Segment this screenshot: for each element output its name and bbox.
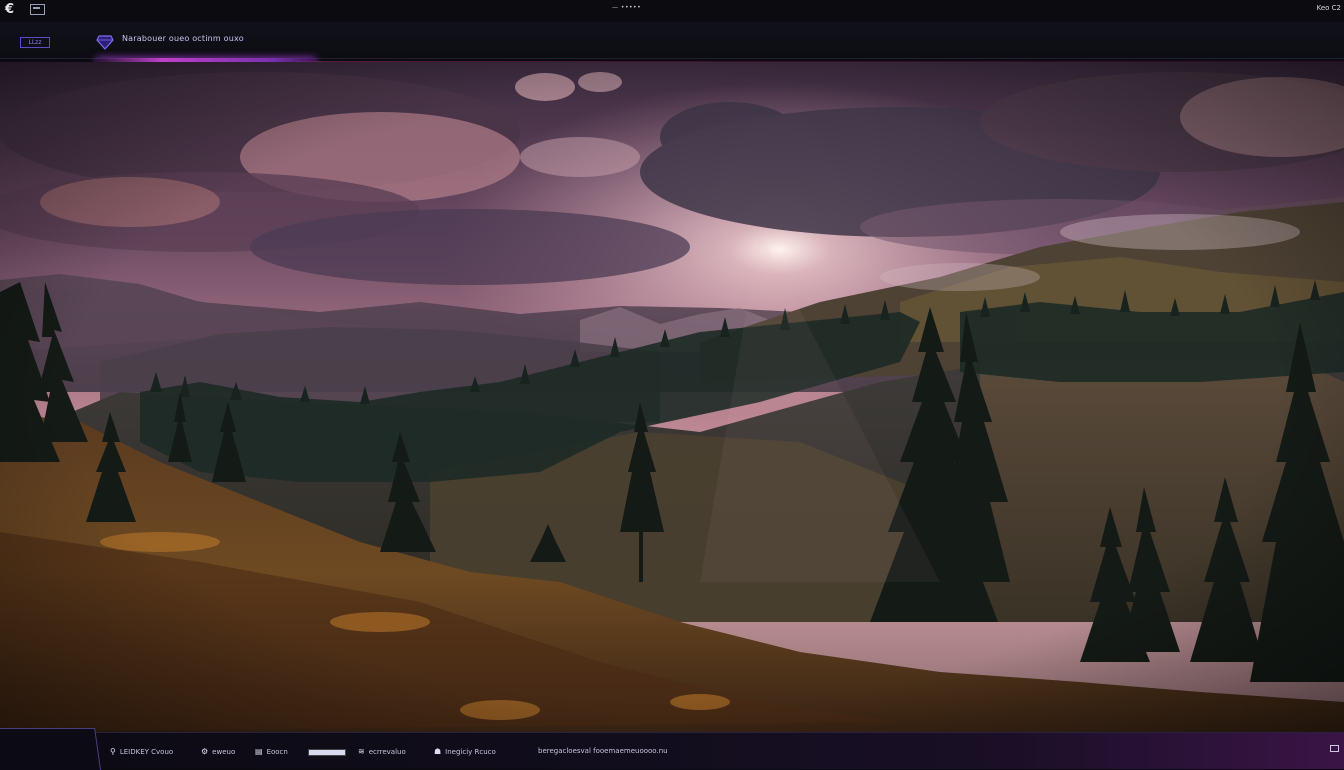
status-item-user[interactable]: ☗ Inegiciy Rcuco	[434, 747, 496, 756]
layers-icon: ≋	[358, 747, 365, 756]
window-icon[interactable]	[30, 4, 45, 15]
system-top-bar: € — ••••• Keo C2	[0, 0, 1344, 23]
header-menu-button[interactable]: LLzz	[20, 37, 50, 48]
gem-icon	[96, 35, 114, 50]
progress-fill	[309, 750, 345, 755]
top-center-title: — •••••	[612, 4, 641, 11]
bottom-status-bar: ⚲ LEIDKEY Cvouo ⚙ eweuo ▤ Eoocn ≋ ecrrevaluo…	[0, 728, 1344, 770]
progress-indicator	[308, 749, 346, 756]
gear-icon: ⚙	[201, 747, 209, 756]
status-item-settings[interactable]: ⚙ eweuo	[201, 747, 235, 756]
bottom-corner-panel	[0, 728, 102, 770]
top-center-text: — •••••	[612, 4, 642, 11]
app-header: LLzz Narabouer oueo octinm ouxo	[0, 22, 1344, 59]
header-title: Narabouer oueo octinm ouxo	[122, 34, 244, 43]
file-icon: ▤	[255, 747, 263, 756]
person-icon: ☗	[434, 747, 442, 756]
landscape-viewport[interactable]	[0, 62, 1344, 732]
app-logo-icon[interactable]: €	[5, 3, 19, 17]
status-item-layers[interactable]: ≋ ecrrevaluo	[358, 747, 406, 756]
status-item-file[interactable]: ▤ Eoocn	[255, 747, 288, 756]
status-item-path[interactable]: beregacloesval fooemaemeuoooo.nu	[538, 747, 668, 755]
landscape-image	[0, 62, 1344, 732]
top-right-status: Keo C2	[1316, 4, 1341, 12]
pin-icon: ⚲	[110, 747, 116, 756]
status-item-leidkey[interactable]: ⚲ LEIDKEY Cvouo	[110, 747, 173, 756]
screen-icon[interactable]	[1330, 745, 1339, 752]
